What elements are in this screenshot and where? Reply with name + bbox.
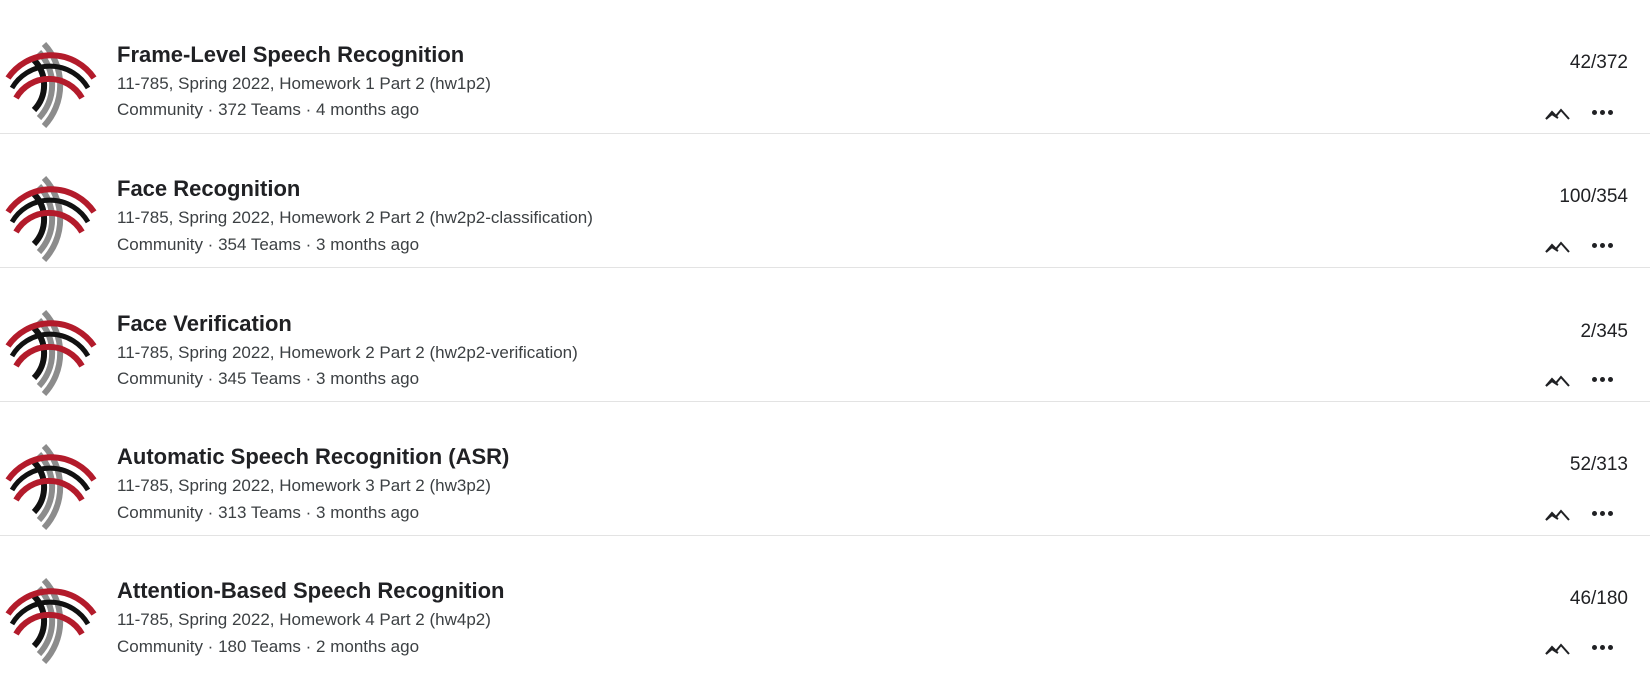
- chart-button[interactable]: [1543, 235, 1573, 259]
- chart-line-icon: [1545, 509, 1570, 521]
- more-horizontal-icon: [1591, 376, 1613, 382]
- cmu-wave-logo-icon: [5, 41, 97, 129]
- more-horizontal-icon: [1591, 242, 1613, 248]
- competition-meta: Community · 180 Teams · 2 months ago: [117, 637, 420, 656]
- competition-title[interactable]: Face Recognition: [117, 176, 300, 202]
- competition-title[interactable]: Face Verification: [117, 311, 292, 337]
- competition-row[interactable]: Automatic Speech Recognition (ASR) 11-78…: [0, 402, 1650, 536]
- chart-line-icon: [1545, 643, 1570, 655]
- rank-value: 42/372: [1569, 52, 1628, 73]
- rank-value: 100/354: [1559, 186, 1628, 207]
- competition-subtitle: 11-785, Spring 2022, Homework 2 Part 2 (…: [117, 208, 593, 227]
- competition-row[interactable]: Face Recognition 11-785, Spring 2022, Ho…: [0, 134, 1650, 268]
- cmu-wave-logo-icon: [5, 443, 97, 531]
- chart-button[interactable]: [1543, 503, 1573, 527]
- chart-line-icon: [1545, 241, 1570, 253]
- chart-line-icon: [1545, 375, 1570, 387]
- cmu-wave-logo-icon: [5, 175, 97, 263]
- competition-row[interactable]: Attention-Based Speech Recognition 11-78…: [0, 536, 1650, 670]
- competition-subtitle: 11-785, Spring 2022, Homework 3 Part 2 (…: [117, 476, 491, 495]
- rank-value: 46/180: [1569, 588, 1628, 609]
- competition-subtitle: 11-785, Spring 2022, Homework 1 Part 2 (…: [117, 74, 491, 93]
- chart-button[interactable]: [1543, 637, 1573, 661]
- more-horizontal-icon: [1591, 644, 1613, 650]
- rank-value: 52/313: [1569, 454, 1628, 475]
- more-options-button[interactable]: [1587, 501, 1617, 525]
- competition-meta: Community · 313 Teams · 3 months ago: [117, 503, 420, 522]
- competition-meta: Community · 345 Teams · 3 months ago: [117, 369, 420, 388]
- chart-button[interactable]: [1543, 369, 1573, 393]
- competition-meta: Community · 372 Teams · 4 months ago: [117, 100, 420, 119]
- competition-row[interactable]: Face Verification 11-785, Spring 2022, H…: [0, 268, 1650, 402]
- more-options-button[interactable]: [1587, 635, 1617, 659]
- rank-value: 2/345: [1580, 321, 1628, 342]
- competition-subtitle: 11-785, Spring 2022, Homework 4 Part 2 (…: [117, 610, 491, 629]
- more-horizontal-icon: [1591, 510, 1613, 516]
- chart-button[interactable]: [1543, 102, 1573, 126]
- competition-title[interactable]: Attention-Based Speech Recognition: [117, 578, 504, 604]
- more-options-button[interactable]: [1587, 100, 1617, 124]
- more-options-button[interactable]: [1587, 367, 1617, 391]
- competition-row[interactable]: Frame-Level Speech Recognition 11-785, S…: [0, 0, 1650, 134]
- competition-title[interactable]: Automatic Speech Recognition (ASR): [117, 444, 509, 470]
- chart-line-icon: [1545, 108, 1570, 120]
- competition-title[interactable]: Frame-Level Speech Recognition: [117, 42, 464, 68]
- more-options-button[interactable]: [1587, 233, 1617, 257]
- competition-meta: Community · 354 Teams · 3 months ago: [117, 235, 420, 254]
- cmu-wave-logo-icon: [5, 577, 97, 665]
- more-horizontal-icon: [1591, 109, 1613, 115]
- competition-subtitle: 11-785, Spring 2022, Homework 2 Part 2 (…: [117, 343, 578, 362]
- cmu-wave-logo-icon: [5, 309, 97, 397]
